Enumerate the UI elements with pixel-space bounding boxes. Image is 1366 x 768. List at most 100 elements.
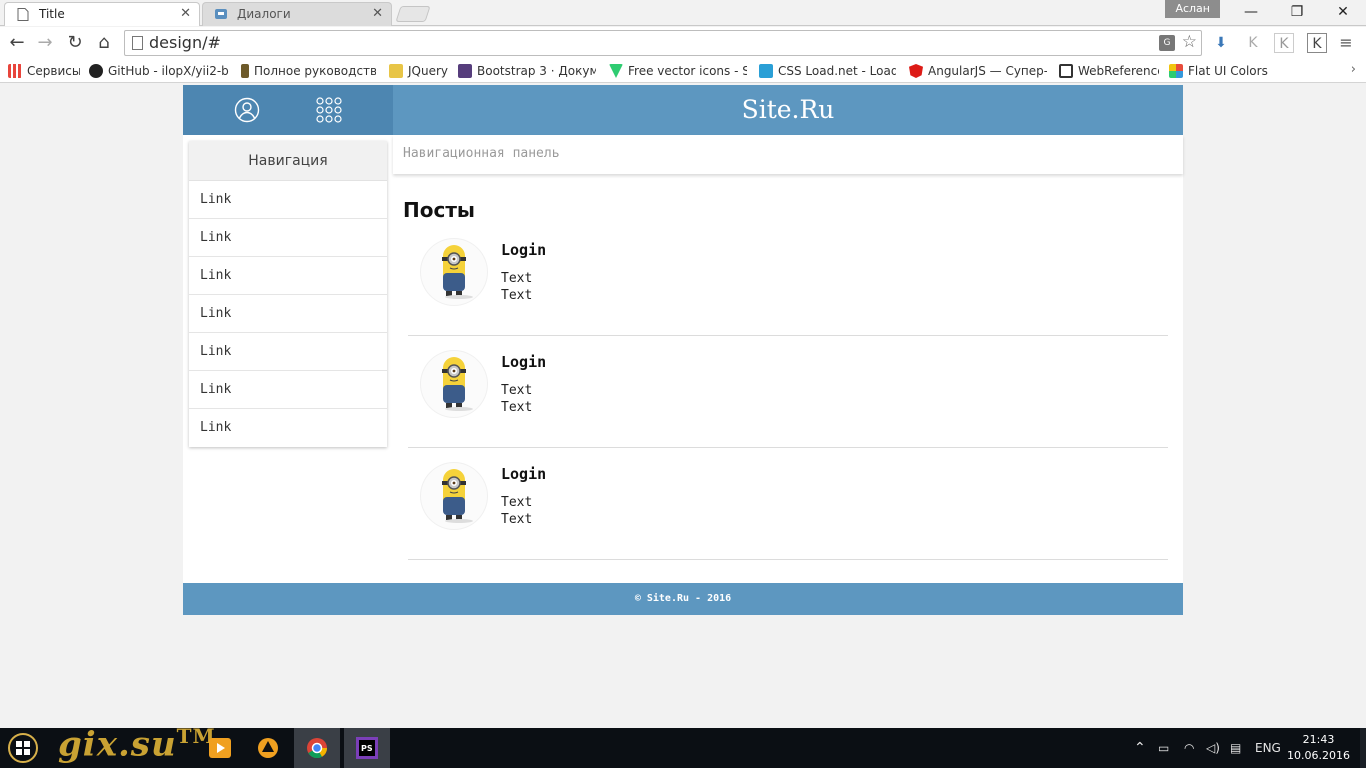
minion-avatar-icon <box>442 245 473 299</box>
flaticon-icon <box>609 64 623 78</box>
clock-time: 21:43 <box>1302 733 1335 746</box>
sidebar-link[interactable]: Link <box>189 333 387 371</box>
post-login[interactable]: Login <box>501 465 546 483</box>
site-container: Site.Ru Навигация Link Link Link Link Li… <box>183 85 1183 615</box>
media-player-icon[interactable] <box>197 728 243 768</box>
page-info-icon[interactable] <box>132 36 143 50</box>
clock-date: 10.06.2016 <box>1287 749 1350 762</box>
post-text: Text <box>501 383 533 398</box>
post-text: Text <box>501 288 533 303</box>
minion-avatar-icon <box>442 357 473 411</box>
message-icon[interactable]: ▤ <box>1230 728 1241 768</box>
menu-icon[interactable]: ≡ <box>1336 33 1356 53</box>
site-header: Site.Ru <box>183 85 1183 135</box>
translate-icon[interactable]: G <box>1159 35 1175 51</box>
sidebar-link[interactable]: Link <box>189 371 387 409</box>
profile-name-badge[interactable]: Аслан <box>1165 0 1220 18</box>
post-text: Text <box>501 400 533 415</box>
tab-title-label: Title <box>39 7 65 21</box>
avatar[interactable] <box>421 463 487 529</box>
angular-icon <box>909 64 923 78</box>
page-viewport: Site.Ru Навигация Link Link Link Link Li… <box>0 84 1366 728</box>
windows-taskbar: gix.suTM PS ⌃ ▭ ◠ ◁) ▤ ENG 21:43 10.06.2… <box>0 724 1366 768</box>
bookmark-star-icon[interactable]: ☆ <box>1182 32 1197 52</box>
apps-grid-icon <box>8 64 22 78</box>
avatar[interactable] <box>421 239 487 305</box>
chrome-icon[interactable] <box>294 728 340 768</box>
restore-button[interactable]: ❐ <box>1274 0 1320 24</box>
bookmark-github[interactable]: GitHub - ilopX/yii2-ba <box>89 62 229 80</box>
bookmark-cssload[interactable]: CSS Load.net - Loadin <box>759 62 896 80</box>
tab-dialogs[interactable]: Диалоги ✕ <box>202 2 392 26</box>
show-hidden-icons-icon[interactable]: ⌃ <box>1134 728 1146 768</box>
browser-tab-strip: Title ✕ Диалоги ✕ Аслан — ❐ ✕ <box>0 0 1366 26</box>
post-login[interactable]: Login <box>501 353 546 371</box>
tab-dialogs-label: Диалоги <box>237 7 291 21</box>
sidebar-title: Навигация <box>189 141 387 181</box>
volume-icon[interactable]: ◁) <box>1206 728 1220 768</box>
breadcrumb: Навигационная панель <box>393 135 1183 174</box>
bookmark-services[interactable]: Сервисы <box>8 62 80 80</box>
bookmark-full-guide[interactable]: Полное руководство <box>241 62 376 80</box>
extension-k-dark-icon[interactable]: K <box>1307 33 1327 53</box>
header-icon-panel <box>183 85 393 135</box>
sidebar-link[interactable]: Link <box>189 257 387 295</box>
new-tab-button[interactable] <box>395 6 431 22</box>
bookmark-webreference[interactable]: WebReference <box>1059 62 1159 80</box>
show-desktop-button[interactable] <box>1360 728 1366 768</box>
tab-close-icon[interactable]: ✕ <box>180 3 191 25</box>
post-text: Text <box>501 495 533 510</box>
site-footer: © Site.Ru - 2016 <box>183 583 1183 615</box>
bookmark-bootstrap[interactable]: Bootstrap 3 · Докумен <box>458 62 596 80</box>
bookmarks-bar: Сервисы GitHub - ilopX/yii2-ba Полное ру… <box>0 59 1366 83</box>
page-title: Посты <box>403 198 476 222</box>
post-login[interactable]: Login <box>501 241 546 259</box>
download-icon[interactable]: ⬇ <box>1211 33 1231 53</box>
more-bookmarks-icon[interactable]: › <box>1351 62 1356 77</box>
apps-grid-icon[interactable] <box>316 97 342 123</box>
sidebar-link[interactable]: Link <box>189 181 387 219</box>
post-text: Text <box>501 512 533 527</box>
browser-toolbar: ← → ↻ ⌂ design/# G ☆ ⬇ K K K ≡ <box>0 27 1366 59</box>
chat-icon <box>215 9 227 19</box>
battery-icon[interactable]: ▭ <box>1158 728 1169 768</box>
start-button[interactable] <box>8 733 38 763</box>
sidebar-link[interactable]: Link <box>189 219 387 257</box>
url-text[interactable]: design/# <box>149 31 221 55</box>
page-icon <box>17 8 29 21</box>
extension-k-icon[interactable]: K <box>1274 33 1294 53</box>
forward-arrow-icon[interactable]: → <box>32 31 58 55</box>
wifi-icon[interactable]: ◠ <box>1184 728 1194 768</box>
avatar[interactable] <box>421 351 487 417</box>
minion-avatar-icon <box>442 469 473 523</box>
aimp-icon[interactable] <box>245 728 291 768</box>
minimize-button[interactable]: — <box>1228 0 1274 24</box>
extension-k-gray-icon[interactable]: K <box>1243 33 1263 53</box>
phpstorm-icon[interactable]: PS <box>344 728 390 768</box>
bookmark-flat-ui-colors[interactable]: Flat UI Colors <box>1169 62 1269 80</box>
svg-text:PS: PS <box>361 744 373 753</box>
tab-title[interactable]: Title ✕ <box>4 2 200 26</box>
clock[interactable]: 21:43 10.06.2016 <box>1287 732 1350 764</box>
sidebar-navigation: Навигация Link Link Link Link Link Link … <box>189 141 387 447</box>
watermark-logo: gix.suTM <box>58 724 216 765</box>
close-window-button[interactable]: ✕ <box>1320 0 1366 24</box>
jquery-icon <box>389 64 403 78</box>
address-bar[interactable]: design/# G ☆ <box>124 30 1202 56</box>
sidebar-link[interactable]: Link <box>189 409 387 447</box>
chat-bubble-icon <box>1059 64 1073 78</box>
language-indicator[interactable]: ENG <box>1255 728 1281 768</box>
bookmark-angularjs[interactable]: AngularJS — Супер-г <box>909 62 1047 80</box>
bookmark-jquery[interactable]: JQuery <box>389 62 449 80</box>
windows-logo-icon <box>16 741 30 755</box>
back-arrow-icon[interactable]: ← <box>4 31 30 55</box>
post-text: Text <box>501 271 533 286</box>
sidebar-link[interactable]: Link <box>189 295 387 333</box>
bookmark-flaticon[interactable]: Free vector icons - SV <box>609 62 747 80</box>
site-brand[interactable]: Site.Ru <box>393 85 1183 135</box>
tab-close-icon[interactable]: ✕ <box>372 3 383 25</box>
post-item: Login Text Text <box>408 336 1168 448</box>
home-icon[interactable]: ⌂ <box>91 31 117 55</box>
reload-icon[interactable]: ↻ <box>62 31 88 55</box>
user-icon[interactable] <box>234 97 260 123</box>
